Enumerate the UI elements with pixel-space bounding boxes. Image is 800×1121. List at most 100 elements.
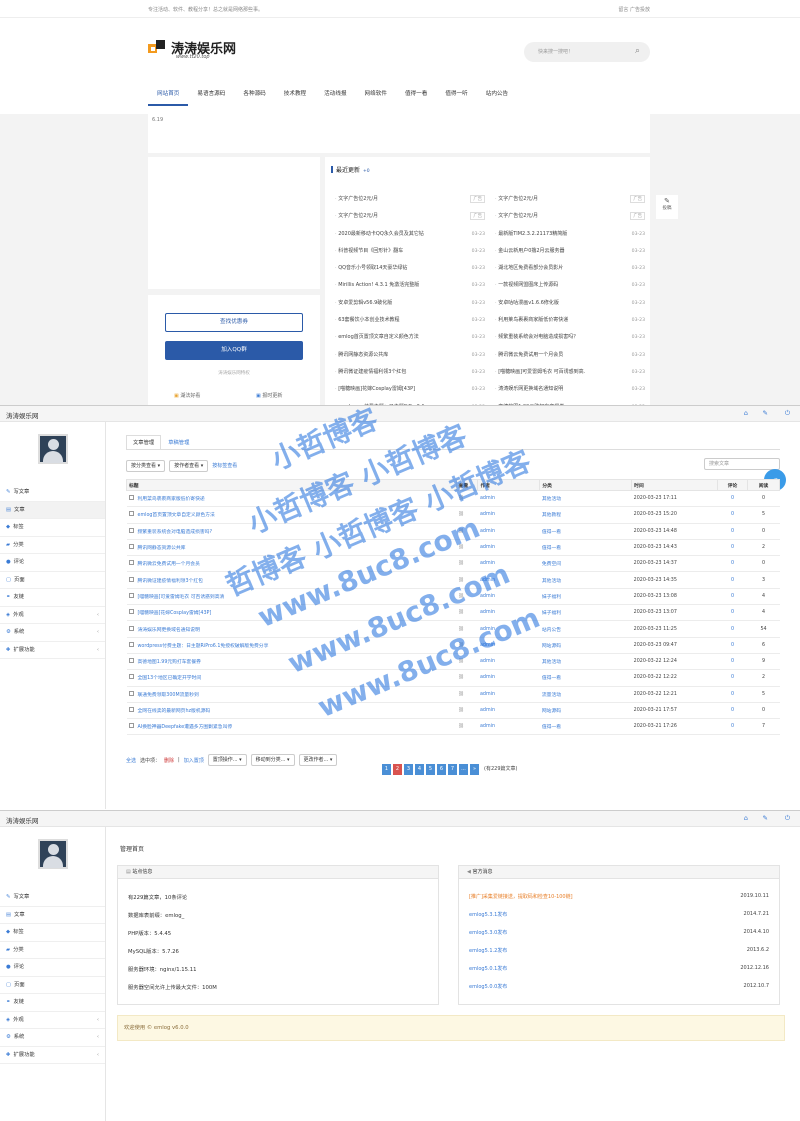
link-icon[interactable]: ⛓	[458, 675, 464, 680]
author-link[interactable]: admin	[477, 718, 540, 736]
news-title[interactable]: 文字广告位2元/月	[335, 191, 453, 208]
privilege-item-1[interactable]: ▣ 湖法好看	[174, 392, 200, 399]
page-link[interactable]: 4	[415, 764, 424, 775]
tab-draft-manage[interactable]: 草稿管理	[161, 435, 196, 450]
change-author-select[interactable]: 更改作者... ▾	[298, 754, 338, 766]
menu-item[interactable]: ◆ 标签	[0, 924, 105, 942]
official-news-link[interactable]: emlog5.3.0发布	[469, 929, 507, 936]
page-link[interactable]: 7	[448, 764, 457, 775]
official-news-link[interactable]: emlog5.3.1发布	[469, 911, 507, 918]
news-title[interactable]: emlog首页置顶文章自定义颜色方法	[335, 329, 453, 346]
news-title[interactable]: 文字广告位2元/月	[495, 191, 613, 208]
comment-count[interactable]: 0	[717, 555, 748, 573]
link-icon[interactable]: ⛓	[458, 610, 464, 615]
wrench-icon[interactable]: ✎	[763, 814, 768, 822]
news-item[interactable]: 文字广告位2元/月 广告	[335, 208, 485, 225]
col-comments[interactable]: 评论	[717, 479, 748, 491]
news-item[interactable]: 最新版TIM2.3.2.21173精简版 03-23	[495, 226, 645, 243]
link-icon[interactable]: ⛓	[458, 545, 464, 550]
news-title[interactable]: 腾讯微证建疫情福利领3个红包	[335, 364, 453, 381]
news-item[interactable]: 文字广告位2元/月 广告	[335, 191, 485, 208]
category-link[interactable]: 其他活动	[539, 653, 632, 671]
author-link[interactable]: admin	[477, 506, 540, 524]
banner-ad[interactable]: 6.19	[148, 113, 650, 153]
menu-item[interactable]: ✎ 写文章	[0, 889, 105, 907]
news-title[interactable]: 2020最新移动卡QQ永久会员及其它钻	[335, 226, 453, 243]
comment-count[interactable]: 0	[717, 669, 748, 687]
menu-item[interactable]: ✎ 写文章	[0, 484, 105, 502]
nav-item[interactable]: 值得一听	[436, 84, 476, 106]
news-title[interactable]: 腾讯微云免费试用一个月会员	[495, 347, 613, 364]
author-link[interactable]: admin	[477, 637, 540, 654]
col-author[interactable]: 作者	[477, 479, 541, 491]
wrench-icon[interactable]: ✎	[763, 409, 768, 417]
row-checkbox[interactable]	[128, 592, 134, 598]
menu-item[interactable]: ● 评论	[0, 959, 105, 977]
menu-item[interactable]: ✚ 扩展功能 ‹	[0, 642, 105, 659]
privilege-item-2[interactable]: ▣ 报时更新	[256, 392, 282, 399]
page-link[interactable]: 6	[437, 764, 446, 775]
menu-item[interactable]: ◈ 外观 ‹	[0, 1012, 105, 1029]
news-item[interactable]: Mirillis Action! 4.3.1 免激活完整版 03-23	[335, 277, 485, 294]
news-title[interactable]: 63套餐饮小本创业技术教程	[335, 312, 453, 329]
news-title[interactable]: 科普视频节目《回形针》翻车	[335, 243, 453, 260]
row-checkbox[interactable]	[128, 560, 134, 566]
link-icon[interactable]: ⛓	[458, 643, 464, 648]
nav-item[interactable]: 活动线报	[315, 84, 355, 106]
nav-item[interactable]: 站内公告	[477, 84, 517, 106]
avatar[interactable]	[38, 839, 68, 869]
comment-count[interactable]: 0	[717, 539, 748, 557]
news-item[interactable]: 利用莱鸟裹裹商家版低价寄快递 03-23	[495, 312, 645, 329]
join-qq-button[interactable]: 加入QQ群	[165, 341, 303, 360]
row-checkbox[interactable]	[128, 544, 134, 550]
menu-item[interactable]: ▤ 文章	[0, 501, 105, 519]
article-title-link[interactable]: AI换脸神器Deepfake遭遇多方围剿紧急叫停	[138, 725, 233, 730]
row-checkbox[interactable]	[128, 658, 134, 664]
link-icon[interactable]: ⛓	[458, 561, 464, 566]
article-title-link[interactable]: 联通免费领取300M流量秒到	[138, 693, 199, 698]
article-title-link[interactable]: wordpress付费主题：日主题RiPro6.1免授权破解版免费分享	[138, 644, 269, 649]
news-item[interactable]: 湖北地区免费看部分会员影片 03-23	[495, 260, 645, 277]
news-item[interactable]: 63套餐饮小本创业技术教程 03-23	[335, 312, 485, 329]
link-icon[interactable]: ⛓	[458, 659, 464, 664]
news-title[interactable]: 金山云新用户0撸2月云服务器	[495, 243, 613, 260]
news-title[interactable]: 涛涛娱乐网更换域名通知说明	[495, 381, 613, 398]
news-item[interactable]: emlog首页置顶文章自定义颜色方法 03-23	[335, 329, 485, 346]
comment-count[interactable]: 0	[717, 571, 748, 589]
news-item[interactable]: 文字广告位2元/月 广告	[495, 208, 645, 225]
news-item[interactable]: 文字广告位2元/月 广告	[495, 191, 645, 208]
news-title[interactable]: 频繁重装系统会对电脑造成损害吗？	[495, 329, 613, 346]
news-item[interactable]: 2020最新移动卡QQ永久会员及其它钻 03-23	[335, 226, 485, 243]
comment-count[interactable]: 0	[717, 620, 748, 638]
col-views[interactable]: 阅读	[747, 479, 780, 491]
menu-item[interactable]: ⚭ 友链	[0, 994, 105, 1012]
news-item[interactable]: [喵糖映画]可爱雷姆毛衣 可百诱惑到高. 03-23	[495, 364, 645, 381]
page-link[interactable]: 5	[426, 764, 435, 775]
row-checkbox[interactable]	[128, 609, 134, 615]
category-link[interactable]: 其他活动	[539, 571, 632, 589]
page-link[interactable]: 2	[393, 764, 402, 775]
category-link[interactable]: 其他教程	[539, 506, 632, 524]
news-title[interactable]: [喵糖映画]花嫁Cosplay雷姆[43P]	[335, 381, 453, 398]
news-item[interactable]: 一款视频网盟图床上传源码 03-23	[495, 277, 645, 294]
official-news-link[interactable]: emlog5.1.2发布	[469, 947, 507, 954]
article-title-link[interactable]: [喵糖映画]可爱雷姆毛衣 可百诱惑到高清	[138, 595, 225, 600]
article-title-link[interactable]: 频繁重装系统会对电脑造成损害吗?	[138, 530, 213, 535]
site-search-input[interactable]: 快来搜一搜吧！ ⌕	[524, 42, 650, 62]
menu-item[interactable]: ✚ 扩展功能 ‹	[0, 1047, 105, 1064]
author-link[interactable]: admin	[477, 620, 540, 638]
coupon-button[interactable]: 查找优惠券	[165, 313, 303, 332]
col-category[interactable]: 分类	[539, 479, 633, 491]
power-icon[interactable]: ⏻	[785, 814, 790, 823]
article-title-link[interactable]: 高德地图1.99元购打车套餐券	[138, 660, 201, 665]
nav-item[interactable]: 各种源码	[234, 84, 274, 106]
news-title[interactable]: QQ音乐小号领取14天豪华绿钻	[335, 260, 453, 277]
author-link[interactable]: admin	[477, 653, 540, 671]
author-link[interactable]: admin	[477, 686, 540, 703]
comment-count[interactable]: 0	[717, 686, 748, 703]
menu-item[interactable]: ◈ 外观 ‹	[0, 607, 105, 624]
menu-item[interactable]: ▢ 页面	[0, 572, 105, 589]
category-link[interactable]: 值得一看	[539, 669, 632, 687]
page-link[interactable]: ...	[459, 764, 468, 775]
page-link[interactable]: 1	[382, 764, 391, 775]
